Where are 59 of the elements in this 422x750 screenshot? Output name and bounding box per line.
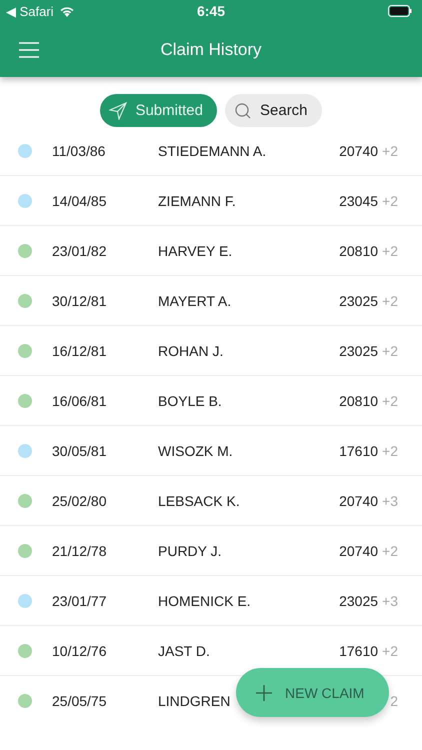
claim-date: 23/01/82 [52, 242, 108, 258]
claim-amount: 23045 [339, 192, 378, 208]
send-icon [109, 102, 128, 120]
claimant-name: WISOZK M. [158, 442, 233, 458]
claimant-name: LEBSACK K. [158, 492, 240, 508]
claimant-name: HARVEY E. [158, 242, 232, 258]
claim-amount: 17610 [339, 442, 378, 458]
claim-date: 30/12/81 [52, 292, 108, 308]
claimant-name: ROHAN J. [158, 342, 224, 358]
claim-amount: 20810 [339, 242, 378, 258]
extra-count: +2 [382, 392, 398, 408]
battery-icon [388, 5, 412, 17]
claim-amount: 20740 [339, 542, 378, 558]
extra-count: +2 [382, 192, 398, 208]
claim-date: 14/04/85 [52, 192, 108, 208]
claim-date: 11/03/86 [52, 142, 106, 158]
claim-date: 25/05/75 [52, 692, 108, 708]
extra-count: +2 [382, 142, 398, 158]
claim-amount: 20810 [339, 392, 378, 408]
claim-date: 10/12/76 [52, 642, 108, 658]
screen-title: Claim History [159, 40, 263, 60]
claim-date: 21/12/78 [52, 542, 108, 558]
status-time: 6:45 [196, 3, 226, 19]
filter-chip[interactable]: Search [225, 94, 322, 127]
claim-date: 16/06/81 [52, 392, 108, 408]
claim-amount: 23025 [339, 342, 378, 358]
extra-count: +3 [382, 592, 398, 608]
claim-amount: 23025 [339, 592, 378, 608]
extra-count: +2 [382, 542, 398, 558]
claimant-name: ZIEMANN F. [158, 192, 236, 208]
extra-count: +2 [382, 642, 398, 658]
claimant-name: HOMENICK E. [158, 592, 251, 608]
extra-count: +2 [382, 342, 398, 358]
claim-date: 25/02/80 [52, 492, 108, 508]
claimant-name: LINDGREN [158, 692, 230, 708]
claimant-name: MAYERT A. [158, 292, 232, 308]
extra-count: +2 [382, 292, 398, 308]
claimant-name: STIEDEMANN A. [158, 142, 266, 158]
extra-count: +2 [382, 442, 398, 458]
wifi-icon [58, 5, 75, 17]
search-icon [234, 102, 252, 120]
extra-count: +3 [382, 492, 398, 508]
extra-count: +2 [382, 242, 398, 258]
claim-amount: 20740 [339, 492, 378, 508]
extra-count: 2 [390, 692, 398, 708]
plus-icon [256, 684, 272, 700]
filter-chip[interactable]: Submitted [100, 94, 217, 127]
claimant-name: JAST D. [158, 642, 210, 658]
new-claim-button[interactable]: NEW CLAIM [236, 668, 389, 717]
back-to-safari-link[interactable]: ◀ Safari [6, 4, 54, 18]
claim-amount: 17610 [339, 642, 378, 658]
claim-amount: 20740 [339, 142, 378, 158]
claim-date: 23/01/77 [52, 592, 108, 608]
claim-date: 16/12/81 [52, 342, 108, 358]
claimant-name: BOYLE B. [158, 392, 222, 408]
claim-date: 30/05/81 [52, 442, 108, 458]
menu-icon[interactable] [19, 42, 39, 58]
claim-amount: 23025 [339, 292, 378, 308]
claimant-name: PURDY J. [158, 542, 222, 558]
